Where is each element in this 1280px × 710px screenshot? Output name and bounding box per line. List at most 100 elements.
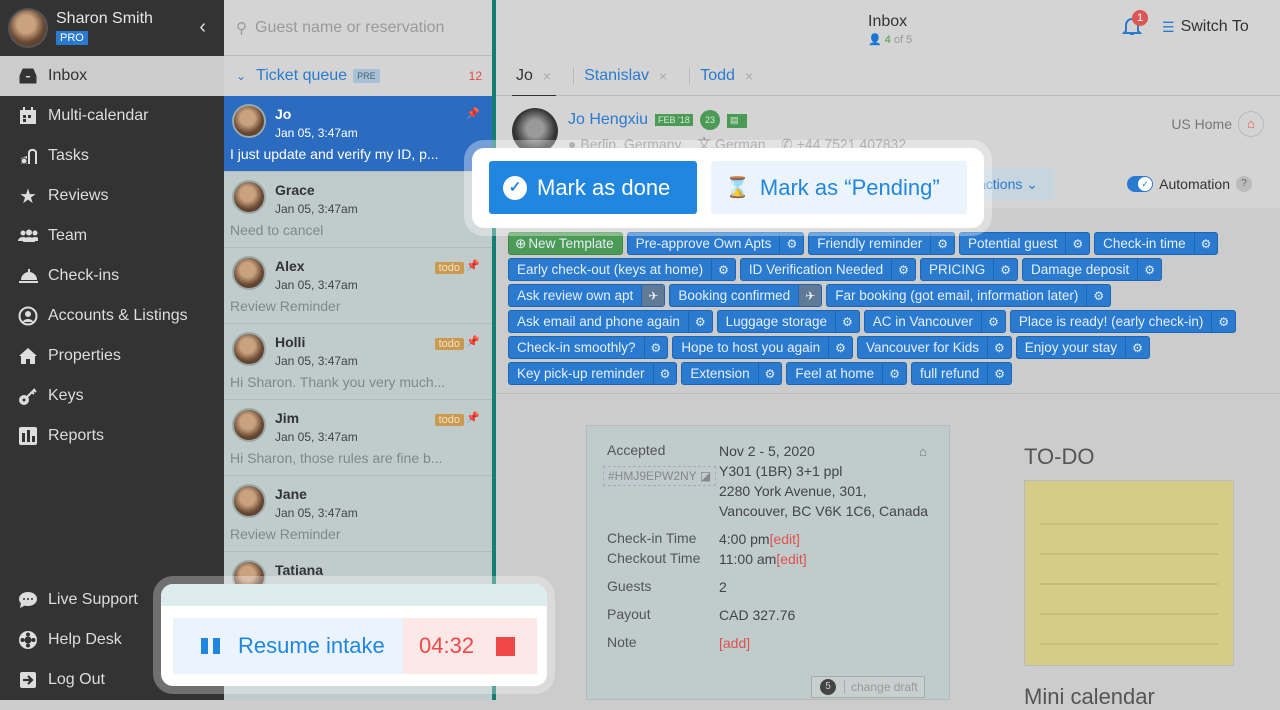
edit-checkout-link[interactable]: [edit] xyxy=(776,551,806,567)
gear-icon[interactable]: ⚙ xyxy=(652,363,677,384)
guest-name[interactable]: Jo Hengxiu xyxy=(568,111,648,129)
plane-icon[interactable]: ✈ xyxy=(798,285,822,306)
gear-icon[interactable]: ⚙ xyxy=(987,337,1011,358)
actions-dropdown[interactable]: actions ⌄ xyxy=(974,168,1054,200)
gear-icon[interactable]: ⚙ xyxy=(1193,233,1218,254)
gear-icon[interactable]: ⚙ xyxy=(891,259,915,280)
help-icon[interactable]: ? xyxy=(1236,176,1252,192)
plane-icon[interactable]: ✈ xyxy=(641,285,665,306)
mark-as-done-button[interactable]: ✓ Mark as done xyxy=(489,161,697,214)
template-chip[interactable]: Key pick-up reminder ⚙ xyxy=(508,362,678,385)
resume-intake-button[interactable]: Resume intake xyxy=(173,618,403,674)
tab-stanislav[interactable]: Stanislav × xyxy=(584,56,679,96)
external-link-icon[interactable]: ◪ xyxy=(700,469,711,483)
search-input[interactable]: Guest name or reservation xyxy=(255,19,444,37)
template-chip[interactable]: Extension ⚙ xyxy=(681,362,783,385)
pin-icon[interactable]: 📌 xyxy=(466,107,480,120)
template-chip[interactable]: Hope to host you again ⚙ xyxy=(672,336,853,359)
template-chip[interactable]: Check-in smoothly? ⚙ xyxy=(508,336,669,359)
conversation-item[interactable]: Jo Jan 05, 3:47am I just update and verify… xyxy=(224,96,492,172)
conversation-item[interactable]: Holli Jan 05, 3:47am Hi Sharon. Thank you … xyxy=(224,324,492,400)
pin-icon[interactable]: 📌 xyxy=(466,259,480,272)
sidebar-item-inbox[interactable]: Inbox xyxy=(0,56,224,96)
template-chip[interactable]: Vancouver for Kids ⚙ xyxy=(856,336,1012,359)
add-note-link[interactable]: [add] xyxy=(719,633,750,653)
close-icon[interactable]: × xyxy=(745,68,753,84)
todo-sticky-note[interactable] xyxy=(1024,480,1234,666)
todo-badge: todo xyxy=(434,338,464,350)
gear-icon[interactable]: ⚙ xyxy=(1137,259,1161,280)
template-chip[interactable]: PRICING ⚙ xyxy=(919,258,1018,281)
guest-search[interactable]: ⚲ Guest name or reservation xyxy=(224,0,492,56)
toggle-switch[interactable] xyxy=(1127,176,1154,192)
conversation-item[interactable]: Jane Jan 05, 3:47am Review Reminder xyxy=(224,476,492,552)
user-profile[interactable]: Sharon Smith PRO ‹ xyxy=(0,0,224,56)
pin-icon[interactable]: 📌 xyxy=(466,335,480,348)
sidebar-item-reviews[interactable]: ★ Reviews xyxy=(0,176,224,216)
template-chip[interactable]: Enjoy your stay ⚙ xyxy=(1015,336,1150,359)
sidebar-item-properties[interactable]: Properties xyxy=(0,336,224,376)
conversation-item[interactable]: Grace Jan 05, 3:47am Need to cancel xyxy=(224,172,492,248)
template-chip[interactable]: Booking confirmed ✈ xyxy=(669,284,823,307)
gear-icon[interactable]: ⚙ xyxy=(1065,233,1089,254)
mark-as-pending-button[interactable]: ⌛ Mark as “Pending” xyxy=(711,161,967,214)
plus-circle-icon: ⊕ xyxy=(515,235,527,251)
template-chip[interactable]: Far booking (got email, information late… xyxy=(826,284,1112,307)
template-chip[interactable]: Potential guest ⚙ xyxy=(959,232,1091,255)
template-chip[interactable]: AC in Vancouver ⚙ xyxy=(863,310,1006,333)
user-avatar xyxy=(8,8,48,48)
gear-icon[interactable]: ⚙ xyxy=(1211,311,1235,332)
ticket-queue-header[interactable]: ⌄ Ticket queue PRE 12 xyxy=(224,56,492,96)
reservation-code[interactable]: #HMJ9EPW2NY ◪ xyxy=(603,466,717,486)
gear-icon[interactable]: ⚙ xyxy=(987,363,1011,384)
collapse-sidebar-icon[interactable]: ‹ xyxy=(199,16,206,39)
sidebar-item-keys[interactable]: Keys xyxy=(0,376,224,416)
tab-jo[interactable]: Jo × xyxy=(511,56,563,97)
sidebar-item-team[interactable]: Team xyxy=(0,216,224,256)
conversation-item[interactable]: Alex Jan 05, 3:47am Review Reminder todo 📌 xyxy=(224,248,492,324)
gear-icon[interactable]: ⚙ xyxy=(757,363,782,384)
sidebar-item-multi-calendar[interactable]: Multi-calendar xyxy=(0,96,224,136)
switch-to-button[interactable]: ☰ Switch To xyxy=(1162,18,1249,36)
template-chip[interactable]: Place is ready! (early check-in) ⚙ xyxy=(1009,310,1237,333)
new-template-button[interactable]: ⊕ New Template xyxy=(508,232,623,255)
gear-icon[interactable]: ⚙ xyxy=(711,259,735,280)
gear-icon[interactable]: ⚙ xyxy=(1086,285,1110,306)
sidebar-item-tasks[interactable]: Tasks xyxy=(0,136,224,176)
pin-icon[interactable]: 📌 xyxy=(466,411,480,424)
template-chip[interactable]: Feel at home ⚙ xyxy=(786,362,907,385)
gear-icon[interactable]: ⚙ xyxy=(882,363,906,384)
template-chip[interactable]: Friendly reminder ⚙ xyxy=(808,232,956,255)
gear-icon[interactable]: ⚙ xyxy=(993,259,1017,280)
change-draft-button[interactable]: 5 change draft xyxy=(811,676,925,698)
edit-checkin-link[interactable]: [edit] xyxy=(770,531,800,547)
gear-icon[interactable]: ⚙ xyxy=(643,337,668,358)
gear-icon[interactable]: ⚙ xyxy=(930,233,954,254)
automation-toggle[interactable]: Automation? xyxy=(1127,176,1252,192)
template-chip[interactable]: Luggage storage ⚙ xyxy=(716,310,860,333)
tab-todd[interactable]: Todd × xyxy=(700,56,765,96)
gear-icon[interactable]: ⚙ xyxy=(1125,337,1149,358)
template-chip[interactable]: ID Verification Needed ⚙ xyxy=(739,258,916,281)
template-chip[interactable]: Damage deposit ⚙ xyxy=(1021,258,1163,281)
close-icon[interactable]: × xyxy=(543,68,551,84)
gear-icon[interactable]: ⚙ xyxy=(779,233,803,254)
template-chip[interactable]: full refund ⚙ xyxy=(910,362,1013,385)
gear-icon[interactable]: ⚙ xyxy=(981,311,1005,332)
conversation-item[interactable]: Jim Jan 05, 3:47am Hi Sharon, those rules … xyxy=(224,400,492,476)
template-chip[interactable]: Early check-out (keys at home) ⚙ xyxy=(508,258,736,281)
conversation-guest-name: Holli xyxy=(275,334,306,350)
id-card-icon[interactable]: ▤ xyxy=(727,114,747,128)
template-chip[interactable]: Ask review own apt ✈ xyxy=(508,284,666,307)
template-chip[interactable]: Ask email and phone again ⚙ xyxy=(508,310,713,333)
template-chip[interactable]: Pre-approve Own Apts ⚙ xyxy=(626,232,805,255)
gear-icon[interactable]: ⚙ xyxy=(834,311,859,332)
sidebar-item-reports[interactable]: Reports xyxy=(0,416,224,456)
stop-icon[interactable] xyxy=(496,636,516,656)
gear-icon[interactable]: ⚙ xyxy=(687,311,712,332)
close-icon[interactable]: × xyxy=(659,68,667,84)
sidebar-item-check-ins[interactable]: Check-ins xyxy=(0,256,224,296)
gear-icon[interactable]: ⚙ xyxy=(828,337,852,358)
sidebar-item-accounts-listings[interactable]: Accounts & Listings xyxy=(0,296,224,336)
template-chip[interactable]: Check-in time ⚙ xyxy=(1094,232,1219,255)
